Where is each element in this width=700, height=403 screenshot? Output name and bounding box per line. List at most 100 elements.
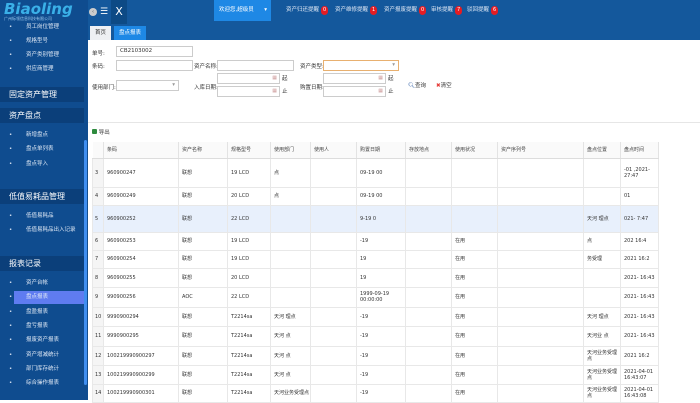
cell-dept — [270, 231, 311, 251]
column-header[interactable]: 使用人 — [310, 142, 357, 159]
cell-code: 990900256 — [103, 286, 179, 308]
row-index: 12 — [92, 345, 104, 366]
table-row[interactable]: 5 960900252 联想 22 LCD 9-19 0 天河 理点 021- 7:47 — [92, 204, 659, 233]
column-header[interactable]: 使用状况 — [451, 142, 498, 159]
export-button[interactable]: 导出 — [92, 128, 110, 136]
purchase-date-from[interactable] — [323, 73, 386, 84]
chevron-down-icon: ▾ — [264, 7, 267, 13]
clear-button[interactable]: ✖清空 — [436, 81, 452, 89]
table-row[interactable]: 8 960900255 联想 20 LCD 19 在用 2021- 16:43 — [92, 267, 659, 288]
purchase-date-label: 购置日期: — [300, 85, 324, 91]
sidebar-item[interactable]: 盘盈报表 — [0, 306, 84, 319]
sidebar-item[interactable]: 部门库存统计 — [0, 363, 84, 376]
order-no-input[interactable]: CB2103002 — [116, 46, 193, 57]
asset-name-input[interactable] — [217, 60, 294, 71]
sidebar-item[interactable]: 报废资产报表 — [0, 334, 84, 347]
sidebar-item[interactable]: 资产类别管理 — [0, 49, 84, 62]
alert-link[interactable]: 资产归还提醒 0 — [286, 6, 329, 15]
column-header[interactable]: 资产序列号 — [497, 142, 584, 159]
sidebar-item[interactable]: 新增盘点 — [0, 129, 84, 142]
table-row[interactable]: 12 100219990900297 联想 T2214sa 天河 点 -19 在用 天河业务受… — [92, 345, 659, 366]
cell-time: 021- 7:47 — [620, 204, 659, 233]
cell-time: 2021- 16:43 — [620, 286, 659, 308]
tab-home[interactable]: 首页 — [90, 26, 112, 40]
collapse-icon[interactable]: ‹ — [89, 8, 97, 16]
barcode-input[interactable] — [116, 60, 193, 71]
sidebar-section-header[interactable]: 低值易耗品管理 — [0, 189, 84, 204]
alert-label: 资产归还提醒 — [286, 7, 320, 13]
alert-link[interactable]: 资产报废提醒 0 — [384, 6, 427, 15]
cell-loc: 天河 理点 — [583, 306, 621, 327]
column-header[interactable]: 条码 — [103, 142, 179, 159]
column-header[interactable]: 盘点位置 — [583, 142, 621, 159]
cell-time: 2021- 16:43 — [620, 325, 659, 347]
sidebar-item[interactable]: 盘点报表 — [9, 291, 84, 305]
cell-dept — [270, 286, 311, 308]
column-header[interactable]: 存放地点 — [405, 142, 452, 159]
table-row[interactable]: 7 960900254 联想 19 LCD 19 在用 务受理 2021 16:2 — [92, 249, 659, 269]
cell-model: T2214sa — [227, 306, 271, 327]
sidebar-item[interactable]: 规格型号 — [0, 35, 84, 48]
column-header[interactable]: 购置日期 — [356, 142, 406, 159]
sidebar-item[interactable]: 供应商管理 — [0, 63, 84, 76]
sidebar-item[interactable]: 资产台帐 — [0, 277, 84, 290]
cell-status: 在用 — [451, 306, 498, 327]
cell-empty — [405, 306, 452, 327]
asset-type-select[interactable] — [323, 60, 399, 71]
cell-date: 09-19 00 — [356, 186, 406, 206]
table-row[interactable]: 3 960900247 联想 19 LCD 点 09-19 00 -01 ,2021- 27… — [92, 157, 659, 188]
tab-inventory-report[interactable]: 盘点报表 — [114, 26, 147, 40]
column-header[interactable]: 使用部门 — [270, 142, 311, 159]
sidebar-item[interactable]: 盘点导入 — [0, 158, 84, 171]
sidebar-item[interactable]: 员工岗位管理 — [0, 21, 84, 34]
user-menu[interactable]: 欢迎您,超级员 ▾ — [214, 0, 271, 21]
dept-select[interactable] — [116, 80, 179, 91]
cell-name: 联想 — [178, 157, 228, 188]
search-button[interactable]: 🔍︎查询 — [408, 81, 426, 89]
table-row[interactable]: 4 960900249 联想 20 LCD 点 09-19 00 01 — [92, 186, 659, 206]
cell-dept: 天河 点 — [270, 325, 311, 347]
table-row[interactable]: 9 990900256 AOC 22 LCD 1999-09-19 00:00:00 在用… — [92, 286, 659, 308]
sidebar-item[interactable]: 综合操作报表 — [0, 377, 84, 390]
cell-name: AOC — [178, 286, 228, 308]
cell-loc — [583, 186, 621, 206]
in-date-from[interactable] — [217, 73, 280, 84]
sidebar-item[interactable]: 盘点单列表 — [0, 143, 84, 156]
sidebar-item[interactable]: 资产增减统计 — [0, 349, 84, 362]
column-header[interactable]: 资产名称 — [178, 142, 228, 159]
cell-empty — [405, 204, 452, 233]
cell-empty — [310, 345, 357, 366]
sidebar-scrollbar[interactable] — [84, 140, 87, 385]
x-icon[interactable]: X — [111, 0, 127, 24]
row-index: 3 — [92, 157, 104, 188]
row-index: 9 — [92, 286, 104, 308]
table-row[interactable]: 13 100219990900299 联想 T2214sa 天河 点 -19 在用 天河业务受… — [92, 364, 659, 385]
cell-date: 19 — [356, 249, 406, 269]
cell-code: 9990900295 — [103, 325, 179, 347]
table-row[interactable]: 10 9990900294 联想 T2214sa 天河 理点 -19 在用 天河 理点 2021… — [92, 306, 659, 327]
sidebar-item[interactable]: 盘亏报表 — [0, 320, 84, 333]
table-row[interactable]: 6 960900253 联想 19 LCD -19 在用 点 202 16:4 — [92, 231, 659, 251]
sidebar-item[interactable]: 低值易耗品 — [0, 210, 84, 223]
sidebar-section-header[interactable]: 资产盘点 — [0, 108, 84, 123]
cell-dept — [270, 267, 311, 288]
purchase-date-to[interactable] — [323, 86, 386, 97]
sidebar-item[interactable]: 低值易耗品出入记录 — [0, 224, 84, 237]
table-row[interactable]: 11 9990900295 联想 T2214sa 天河 点 -19 在用 天河业 点 2021-… — [92, 325, 659, 347]
sidebar-section-header[interactable]: 固定资产管理 — [0, 87, 84, 102]
cell-code: 100219990900299 — [103, 364, 179, 385]
column-header[interactable]: 规格型号 — [227, 142, 271, 159]
barcode-label: 条码: — [92, 64, 105, 70]
cell-code: 9990900294 — [103, 306, 179, 327]
alert-label: 资产报废提醒 — [384, 7, 418, 13]
alert-link[interactable]: 审核提醒 7 — [431, 6, 463, 15]
cell-name: 联想 — [178, 345, 228, 366]
cell-status — [451, 204, 498, 233]
alert-link[interactable]: 驳回提醒 6 — [467, 6, 499, 15]
table-row[interactable]: 14 100219990900301 联想 T2214sa 天河业务受理点 -19 在用 天河… — [92, 383, 659, 403]
hamburger-icon[interactable]: ☰ — [100, 0, 108, 24]
alert-link[interactable]: 资产维修提醒 1 — [335, 6, 378, 15]
in-date-to[interactable] — [217, 86, 280, 97]
column-header[interactable]: 盘点时间 — [620, 142, 659, 159]
sidebar-section-header[interactable]: 报表记录 — [0, 256, 84, 271]
